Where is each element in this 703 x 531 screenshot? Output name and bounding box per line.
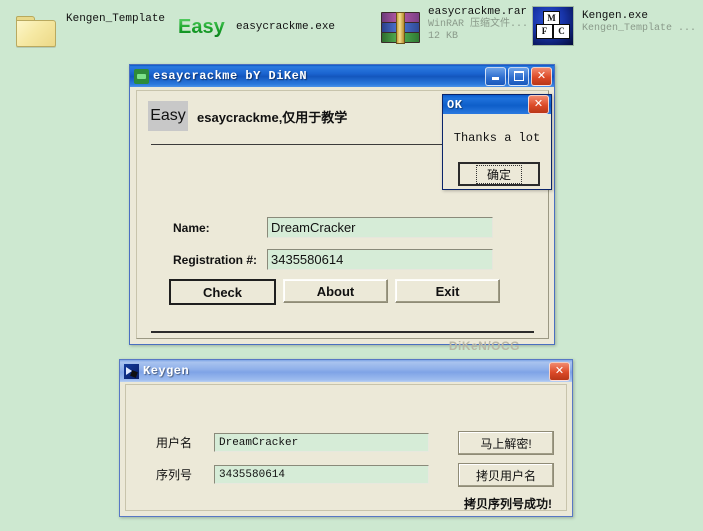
crackme-window-title: esaycrackme bY DiKeN [153, 69, 308, 83]
name-label: Name: [173, 220, 210, 235]
decrypt-button[interactable]: 马上解密! [458, 431, 554, 455]
banner: Easy esaycrackme,仅用于教学 [148, 101, 347, 131]
desktop-icon-easycrackme-rar[interactable]: easycrackme.rar WinRAR 压缩文件... 12 KB [378, 6, 528, 46]
keygen-window[interactable]: Keygen ✕ 用户名 序列号 马上解密! 拷贝用户名 拷贝序列号成功! [119, 359, 573, 517]
ok-dialog-title: OK [447, 97, 463, 112]
desktop-icon-sublabel: WinRAR 压缩文件... [428, 19, 529, 30]
folder-icon [14, 10, 58, 50]
cube-c: C [553, 24, 570, 39]
serial-field-row: 序列号 [156, 465, 429, 484]
winrar-archive-icon [378, 6, 422, 46]
close-button[interactable]: ✕ [531, 66, 552, 86]
registration-field-row: Registration #: [173, 249, 493, 270]
msvc-mfc-icon: M F C [530, 4, 574, 46]
keygen-body: 用户名 序列号 马上解密! 拷贝用户名 拷贝序列号成功! [125, 384, 567, 511]
keygen-titlebar[interactable]: Keygen ✕ [120, 360, 572, 382]
action-button-row: Check About Exit [169, 279, 500, 305]
registration-label: Registration #: [173, 252, 258, 267]
crackme-titlebar[interactable]: esaycrackme bY DiKeN ✕ [130, 65, 554, 87]
status-text: 拷贝序列号成功! [464, 497, 552, 511]
check-button[interactable]: Check [169, 279, 276, 305]
minimize-button[interactable] [485, 66, 506, 86]
desktop-icon-label: Kengen_Template [66, 13, 166, 25]
serial-input[interactable] [214, 465, 429, 484]
close-button[interactable]: ✕ [549, 361, 570, 381]
desktop-icon-label: Kengen.exe [582, 10, 649, 22]
ok-dialog-message: Thanks a lot [453, 131, 541, 145]
ok-confirm-label: 确定 [475, 164, 522, 184]
cube-f: F [536, 24, 553, 39]
username-input[interactable] [214, 433, 429, 452]
username-field-row: 用户名 [156, 433, 429, 452]
desktop-icon-kengen-exe[interactable]: M F C Kengen.exe Kengen_Template ... [530, 4, 697, 46]
desktop-icon-label: easycrackme.rar [428, 6, 528, 18]
ok-confirm-button[interactable]: 确定 [458, 162, 540, 186]
app-icon [134, 68, 149, 84]
banner-text: esaycrackme,仅用于教学 [197, 109, 348, 125]
name-input[interactable] [267, 217, 493, 238]
ok-dialog-body: Thanks a lot 确定 [446, 117, 548, 186]
easy-badge: Easy [148, 101, 188, 131]
copy-username-button[interactable]: 拷贝用户名 [458, 463, 554, 487]
ok-dialog-titlebar[interactable]: OK ✕ [443, 95, 551, 114]
signature-text: DiKeN/OCG [448, 339, 520, 353]
serial-label: 序列号 [156, 468, 193, 482]
keygen-window-title: Keygen [143, 364, 190, 378]
easy-logo-text: Easy [178, 16, 225, 38]
maximize-button[interactable] [508, 66, 529, 86]
ok-dialog[interactable]: OK ✕ Thanks a lot 确定 [442, 94, 552, 190]
registration-input[interactable] [267, 249, 493, 270]
keygen-icon [124, 363, 139, 379]
about-button[interactable]: About [283, 279, 388, 303]
desktop-icon-size: 12 KB [428, 31, 459, 42]
divider-bottom [151, 331, 534, 333]
desktop-icon-kengen-template[interactable]: Kengen_Template [14, 10, 165, 50]
exit-button[interactable]: Exit [395, 279, 500, 303]
easy-app-icon: Easy [178, 10, 234, 50]
desktop-icon-easycrackme-exe[interactable]: Easy easycrackme.exe [178, 10, 335, 50]
close-icon[interactable]: ✕ [528, 95, 549, 114]
desktop-icon-sublabel: Kengen_Template ... [582, 23, 697, 34]
name-field-row: Name: [173, 217, 493, 238]
desktop-icon-label: easycrackme.exe [236, 21, 336, 33]
username-label: 用户名 [156, 436, 193, 450]
